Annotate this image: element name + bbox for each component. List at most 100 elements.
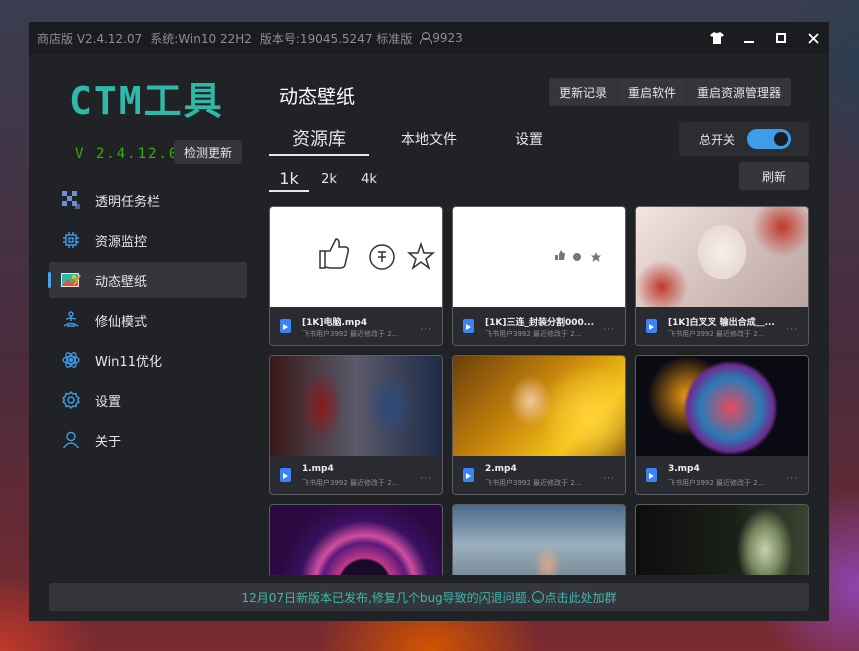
page-title: 动态壁纸 <box>279 86 356 108</box>
minimize-icon[interactable] <box>733 22 765 54</box>
system-label: 系统:Win10 22H2 <box>150 31 252 46</box>
card-info: 1.mp4 飞书用户3992 最近修改于 2... ··· <box>270 456 442 494</box>
card-info: [1K]三连_封装分割000... 飞书用户3992 最近修改于 2... ··… <box>453 307 625 345</box>
version-label: V 2.4.12.07 <box>75 146 190 162</box>
wallpaper-thumbnail <box>453 356 625 456</box>
atom-icon <box>61 350 81 370</box>
main-content: 动态壁纸 更新记录 重启软件 重启资源管理器 资源库 本地文件 设置 总开关 1… <box>269 54 829 575</box>
announcement-text: 12月07日新版本已发布,修复几个bug导致的闪退问题. <box>241 590 531 605</box>
video-file-icon <box>280 319 291 333</box>
app-logo: CTM工具 <box>69 79 224 123</box>
file-meta: 飞书用户3992 最近修改于 2... <box>302 479 399 487</box>
sidebar-item-label: 资源监控 <box>95 234 148 250</box>
title-bar[interactable]: 商店版 V2.4.12.07 系统:Win10 22H2 版本号:19045.5… <box>29 22 829 54</box>
sidebar-item-label: 设置 <box>95 394 122 410</box>
card-info: [1K]电脑.mp4 飞书用户3992 最近修改于 2... ··· <box>270 307 442 345</box>
sidebar-item-cultivation-mode[interactable]: 修仙模式 <box>49 302 247 338</box>
video-file-icon <box>463 319 474 333</box>
sidebar-item-label: 动态壁纸 <box>95 274 148 290</box>
refresh-button[interactable]: 刷新 <box>739 162 809 190</box>
wallpaper-thumbnail <box>636 356 808 456</box>
file-name: [1K]白叉叉 输出合成＿... <box>668 318 775 328</box>
wallpaper-thumbnail <box>270 207 442 307</box>
smile-icon <box>531 591 544 603</box>
changelog-button[interactable]: 更新记录 <box>549 78 619 106</box>
sidebar-item-label: 关于 <box>95 434 122 450</box>
wallpaper-card[interactable] <box>635 504 809 575</box>
check-update-button[interactable]: 检测更新 <box>174 140 242 164</box>
file-meta: 飞书用户3992 最近修改于 2... <box>485 330 582 338</box>
wallpaper-card[interactable]: 3.mp4 飞书用户3992 最近修改于 2... ··· <box>635 355 809 495</box>
tab-2k[interactable]: 2k <box>309 166 349 192</box>
chip-icon <box>61 230 81 250</box>
wallpaper-card[interactable]: 1.mp4 飞书用户3992 最近修改于 2... ··· <box>269 355 443 495</box>
file-meta: 飞书用户3992 最近修改于 2... <box>668 330 765 338</box>
join-group-link[interactable]: 点击此处加群 <box>545 589 617 606</box>
more-icon[interactable]: ··· <box>603 474 615 484</box>
restart-app-button[interactable]: 重启软件 <box>618 78 688 106</box>
tab-settings[interactable]: 设置 <box>489 122 569 156</box>
video-file-icon <box>646 468 657 482</box>
sidebar-item-settings[interactable]: 设置 <box>49 382 247 418</box>
wallpaper-card[interactable] <box>452 504 626 575</box>
master-switch-label: 总开关 <box>699 132 736 147</box>
gear-icon <box>61 390 81 410</box>
video-file-icon <box>646 319 657 333</box>
file-name: [1K]电脑.mp4 <box>302 318 367 328</box>
tab-1k[interactable]: 1k <box>269 166 309 192</box>
announcement-bar[interactable]: 12月07日新版本已发布,修复几个bug导致的闪退问题. 点击此处加群 <box>49 583 809 611</box>
restart-explorer-button[interactable]: 重启资源管理器 <box>687 78 791 106</box>
card-info: [1K]白叉叉 输出合成＿... 飞书用户3992 最近修改于 2... ··· <box>636 307 808 345</box>
tab-local-files[interactable]: 本地文件 <box>369 122 489 156</box>
sidebar-item-resource-monitor[interactable]: 资源监控 <box>49 222 247 258</box>
sidebar-item-about[interactable]: 关于 <box>49 422 247 458</box>
top-button-group: 更新记录 重启软件 重启资源管理器 <box>549 78 792 106</box>
wallpaper-card[interactable]: [1K]白叉叉 输出合成＿... 飞书用户3992 最近修改于 2... ··· <box>635 206 809 346</box>
wallpaper-card[interactable]: 2.mp4 飞书用户3992 最近修改于 2... ··· <box>452 355 626 495</box>
app-window: 商店版 V2.4.12.07 系统:Win10 22H2 版本号:19045.5… <box>29 22 829 621</box>
tab-resource-library[interactable]: 资源库 <box>269 122 369 156</box>
user-count-value: 9923 <box>432 31 463 45</box>
sidebar-item-label: 透明任务栏 <box>95 194 161 210</box>
sidebar-item-win11-optimize[interactable]: Win11优化 <box>49 342 247 378</box>
file-name: 3.mp4 <box>668 464 700 474</box>
wallpaper-thumbnail <box>636 505 808 575</box>
maximize-icon[interactable] <box>765 22 797 54</box>
sidebar-item-dynamic-wallpaper[interactable]: 动态壁纸 <box>48 262 247 298</box>
sidebar: CTM工具 V 2.4.12.07 检测更新 透明任务栏 资源监控 动态壁纸 修… <box>29 54 261 574</box>
file-name: 1.mp4 <box>302 464 334 474</box>
meditation-icon <box>61 310 81 330</box>
file-name: [1K]三连_封装分割000... <box>485 318 595 328</box>
edition-label: 商店版 V2.4.12.07 <box>37 31 143 46</box>
video-file-icon <box>280 468 291 482</box>
more-icon[interactable]: ··· <box>420 474 432 484</box>
wallpaper-thumbnail <box>270 505 442 575</box>
more-icon[interactable]: ··· <box>786 325 798 335</box>
more-icon[interactable]: ··· <box>603 325 615 335</box>
wallpaper-thumbnail <box>636 207 808 307</box>
file-meta: 飞书用户3992 最近修改于 2... <box>485 479 582 487</box>
sidebar-item-transparent-taskbar[interactable]: 透明任务栏 <box>49 182 247 218</box>
user-icon <box>61 430 81 450</box>
card-info: 2.mp4 飞书用户3992 最近修改于 2... ··· <box>453 456 625 494</box>
file-name: 2.mp4 <box>485 464 517 474</box>
card-info: 3.mp4 飞书用户3992 最近修改于 2... ··· <box>636 456 808 494</box>
file-meta: 飞书用户3992 最近修改于 2... <box>302 330 399 338</box>
shirt-icon[interactable] <box>701 22 733 54</box>
master-switch-panel: 总开关 <box>679 122 809 156</box>
wallpaper-grid[interactable]: [1K]电脑.mp4 飞书用户3992 最近修改于 2... ··· [1K]三… <box>269 206 813 575</box>
wallpaper-card[interactable]: [1K]电脑.mp4 飞书用户3992 最近修改于 2... ··· <box>269 206 443 346</box>
wallpaper-thumbnail <box>453 207 625 307</box>
master-switch-toggle[interactable] <box>747 129 792 149</box>
close-icon[interactable] <box>797 22 829 54</box>
wallpaper-thumbnail <box>453 505 625 575</box>
video-file-icon <box>463 468 474 482</box>
more-icon[interactable]: ··· <box>420 325 432 335</box>
user-count: 9923 <box>420 31 463 45</box>
wallpaper-card[interactable] <box>269 504 443 575</box>
more-icon[interactable]: ··· <box>786 474 798 484</box>
wallpaper-card[interactable]: [1K]三连_封装分割000... 飞书用户3992 最近修改于 2... ··… <box>452 206 626 346</box>
tab-bar: 资源库 本地文件 设置 <box>269 122 569 156</box>
tab-4k[interactable]: 4k <box>349 166 389 192</box>
build-label: 版本号:19045.5247 标准版 <box>259 31 413 46</box>
